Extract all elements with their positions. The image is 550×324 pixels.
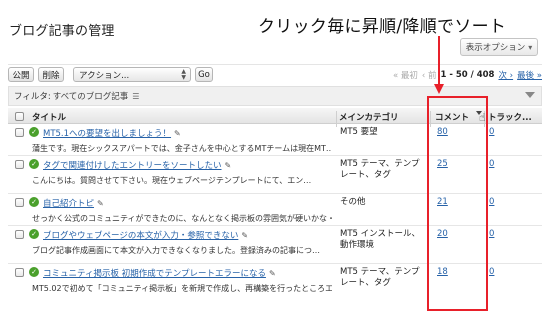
annotation-arrow: [438, 36, 440, 86]
entry-category: MT5 テーマ、テンプレート、タグ: [340, 159, 420, 180]
entry-title: コミュニティ掲示板 初期作成でテンプレートエラーになる: [43, 269, 266, 279]
select-all-checkbox[interactable]: [15, 112, 24, 121]
row-checkbox[interactable]: [15, 268, 24, 277]
entry-category: MT5 テーマ、テンプレート、タグ: [340, 267, 420, 288]
column-header-category[interactable]: メインカテゴリ: [339, 111, 399, 123]
filter-value: すべてのブログ記事: [52, 92, 129, 102]
published-status-icon: ✓: [29, 159, 39, 169]
trackback-count-link[interactable]: 0: [489, 229, 494, 239]
filter-label: フィルタ:: [14, 92, 51, 102]
entry-title-link[interactable]: 自己紹介トピ ✎: [43, 197, 104, 209]
row-checkbox[interactable]: [15, 230, 24, 239]
select-arrows-icon: ▲ ▼: [181, 67, 186, 81]
entry-excerpt: こんにちは。質問させて下さい。現在ウェブページテンプレートにて、エン…: [32, 176, 312, 185]
go-button[interactable]: Go: [195, 67, 213, 82]
entry-category: MT5 インストール、動作環境: [340, 229, 420, 250]
action-select[interactable]: アクション... ▲ ▼: [73, 67, 191, 82]
comments-column-highlight: [427, 96, 488, 311]
display-options-label: 表示オプション: [465, 43, 526, 53]
trackback-count-link[interactable]: 0: [489, 159, 494, 169]
pagination-next-link[interactable]: 次 ›: [498, 69, 513, 81]
entry-title-link[interactable]: MT5.1への要望を出しましょう！ ✎: [43, 127, 181, 139]
column-header-trackbacks[interactable]: トラック...: [488, 111, 532, 123]
edit-icon[interactable]: ✎: [269, 269, 276, 278]
edit-icon[interactable]: ✎: [241, 231, 248, 240]
published-status-icon: ✓: [29, 197, 39, 207]
chevron-down-icon: ▾: [528, 42, 533, 52]
delete-button[interactable]: 削除: [38, 67, 64, 82]
entry-category: MT5 要望: [340, 127, 378, 137]
edit-icon[interactable]: ✎: [225, 161, 232, 170]
published-status-icon: ✓: [29, 127, 39, 137]
entry-title-link[interactable]: コミュニティ掲示板 初期作成でテンプレートエラーになる ✎: [43, 267, 276, 279]
action-select-value: アクション...: [79, 70, 130, 81]
page-title: ブログ記事の管理: [9, 24, 115, 39]
edit-icon[interactable]: ✎: [97, 199, 104, 208]
list-icon: ☰: [132, 91, 140, 101]
entry-title-link[interactable]: タグで関連付けしたエントリーをソートしたい ✎: [43, 159, 231, 171]
entry-category: その他: [340, 197, 366, 207]
entry-excerpt: ブログ記事作成画面にて本文が入力できなくなりました。登録済みの記事につ…: [32, 246, 320, 255]
sort-annotation: クリック毎に昇順/降順でソート: [258, 17, 507, 37]
row-checkbox[interactable]: [15, 198, 24, 207]
trackback-count-link[interactable]: 0: [489, 267, 494, 277]
trackback-count-link[interactable]: 0: [489, 197, 494, 207]
entry-excerpt: せっかく公式のコミュニティができたのに、なんとなく掲示板の雰囲気が硬いかな・・・: [32, 214, 332, 223]
divider: [8, 64, 542, 65]
column-header-title[interactable]: タイトル: [32, 111, 66, 123]
pagination-last-link[interactable]: 最後 »: [517, 69, 542, 81]
entry-excerpt: MT5.02で初めて「コミュニティ掲示板」を新規で作成し、再構築を行ったところエ…: [32, 284, 332, 293]
entry-excerpt: 蒲生です。現在シックスアパートでは、金子さんを中心とするMTチームは現在MT…: [32, 144, 332, 153]
pagination-range: 1 - 50 / 408: [440, 70, 495, 80]
entry-title: タグで関連付けしたエントリーをソートしたい: [43, 161, 222, 171]
publish-button[interactable]: 公開: [8, 67, 34, 82]
pagination-first: « 最初: [393, 71, 418, 81]
entry-title: ブログやウェブページの本文が入力・参照できない: [43, 231, 239, 241]
filter-toggle-icon[interactable]: [525, 92, 535, 98]
display-options-button[interactable]: 表示オプション ▾: [460, 38, 538, 56]
entry-title: 自己紹介トピ: [43, 199, 95, 209]
edit-icon[interactable]: ✎: [174, 129, 181, 138]
published-status-icon: ✓: [29, 267, 39, 277]
pagination: « 最初 ‹ 前 1 - 50 / 408 次 › 最後 »: [393, 69, 542, 81]
entry-title: MT5.1への要望を出しましょう！: [43, 129, 172, 139]
arrow-down-icon: [434, 84, 444, 94]
row-checkbox[interactable]: [15, 160, 24, 169]
published-status-icon: ✓: [29, 229, 39, 239]
row-checkbox[interactable]: [15, 128, 24, 137]
pagination-prev: ‹ 前: [421, 71, 437, 81]
entry-title-link[interactable]: ブログやウェブページの本文が入力・参照できない ✎: [43, 229, 248, 241]
trackback-count-link[interactable]: 0: [489, 127, 494, 137]
